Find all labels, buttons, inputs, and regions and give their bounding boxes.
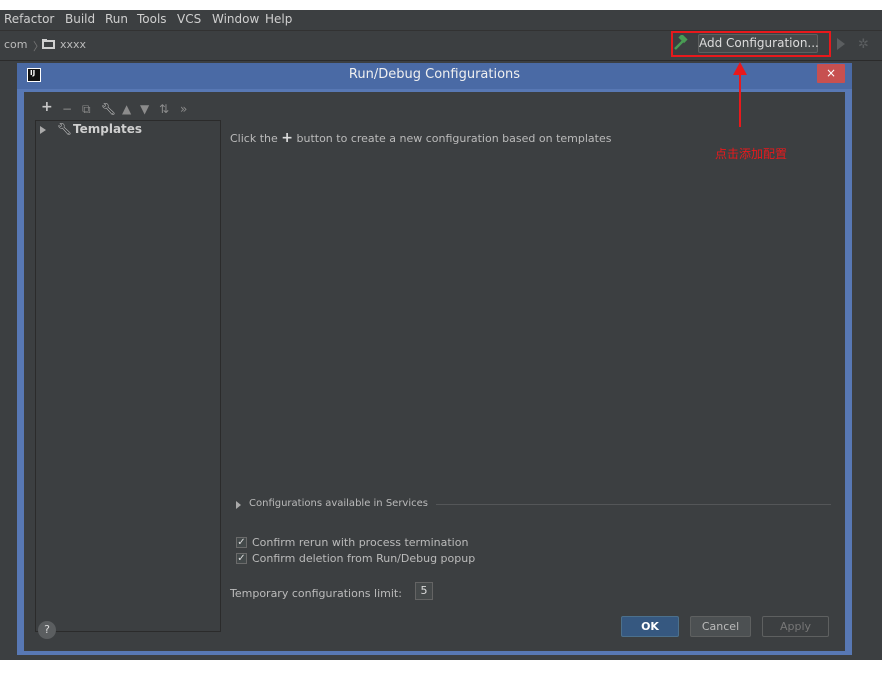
run-icon[interactable] [837,38,845,50]
services-divider [436,504,831,505]
cancel-button[interactable]: Cancel [690,616,751,637]
move-up-icon[interactable]: ▲ [122,102,131,116]
annotation-text: 点击添加配置 [715,147,788,161]
menu-help[interactable]: Help [265,12,292,26]
services-label: Configurations available in Services [249,498,428,509]
menu-refactor[interactable]: Refactor [4,12,54,26]
menu-build[interactable]: Build [65,12,95,26]
folder-icon [42,39,55,49]
ok-button[interactable]: OK [621,616,679,637]
confirm-deletion-checkbox[interactable]: ✓ [236,553,247,564]
debug-icon[interactable]: ✲ [858,37,869,52]
annotation-arrow-line [739,74,741,127]
menu-run[interactable]: Run [105,12,128,26]
confirm-rerun-label: Confirm rerun with process termination [252,536,469,549]
copy-icon[interactable]: ⧉ [82,102,91,117]
wrench-icon[interactable]: 🔧︎ [101,102,116,116]
menu-tools[interactable]: Tools [137,12,167,26]
remove-minus-icon[interactable]: − [62,102,72,116]
apply-button[interactable]: Apply [762,616,829,637]
breadcrumb-project[interactable]: xxxx [60,38,86,51]
menu-bar: Refactor Build Run Tools VCS Window Help [0,10,882,30]
confirm-deletion-label: Confirm deletion from Run/Debug popup [252,552,476,565]
configurations-tree: 🔧︎ Templates [35,120,221,632]
add-config-plus-icon[interactable]: + [41,99,53,115]
more-chevron-icon[interactable]: » [180,102,187,116]
hint-after: button to create a new configuration bas… [296,132,612,145]
services-expand-icon [236,501,241,509]
temp-limit-input[interactable]: 5 [415,582,433,600]
hint-before: Click the [230,132,278,145]
dialog-title: Run/Debug Configurations [348,67,521,82]
temp-limit-label: Temporary configurations limit: [230,587,402,600]
annotation-highlight-box [671,31,831,57]
move-down-icon[interactable]: ▼ [140,102,149,116]
top-edge [0,0,882,10]
hint-plus-icon: + [281,130,293,146]
confirm-rerun-checkbox[interactable]: ✓ [236,537,247,548]
bottom-edge [0,660,882,675]
templates-wrench-icon: 🔧︎ [57,122,73,136]
close-button[interactable]: × [817,64,845,83]
menu-vcs[interactable]: VCS [177,12,201,26]
tree-item-templates[interactable]: Templates [73,122,142,136]
expand-arrow-icon[interactable] [40,126,46,134]
menu-window[interactable]: Window [212,12,259,26]
empty-state-hint: Click the + button to create a new confi… [230,130,611,146]
breadcrumb-com[interactable]: com [4,38,28,51]
dialog-titlebar[interactable]: IJ Run/Debug Configurations × [17,63,852,89]
folder-sort-icon[interactable]: ⇅ [159,102,169,116]
dialog-body: + − ⧉ 🔧︎ ▲ ▼ ⇅ » 🔧︎ Templates Click the … [24,92,845,651]
help-button[interactable]: ? [38,621,56,639]
